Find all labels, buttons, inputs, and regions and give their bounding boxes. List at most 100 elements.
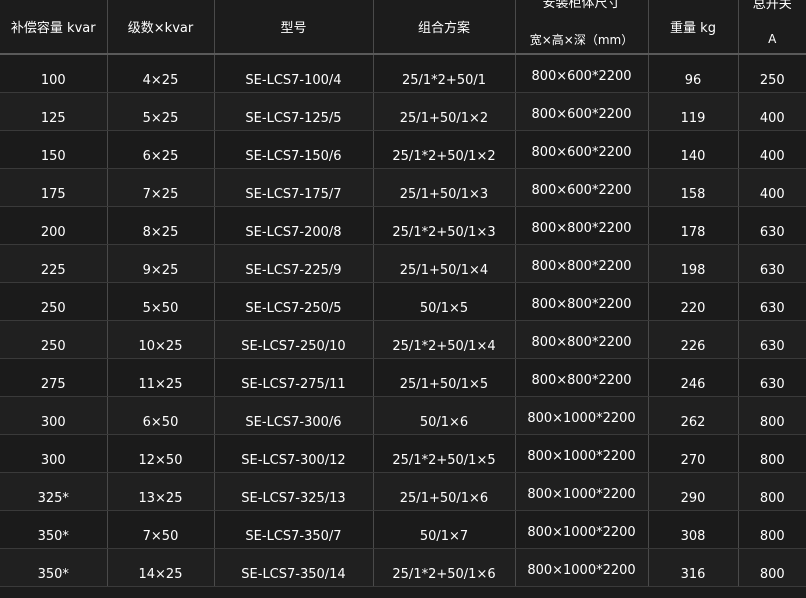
cell-weight: 96 <box>647 53 739 93</box>
cell-capacity: 125 <box>0 92 108 131</box>
cell-model-text: SE-LCS7-200/8 <box>245 225 342 240</box>
cell-main-switch: 630 <box>737 244 806 283</box>
cell-weight-text: 198 <box>680 263 706 278</box>
cell-main-switch-text: 630 <box>759 225 785 240</box>
cell-model: SE-LCS7-275/11 <box>213 358 374 397</box>
cell-weight: 290 <box>647 472 739 511</box>
cell-model: SE-LCS7-300/6 <box>213 396 374 435</box>
cell-capacity: 175 <box>0 168 108 207</box>
cell-dimensions-text: 800×1000*2200 <box>527 563 636 578</box>
cell-capacity: 100 <box>0 53 108 93</box>
cell-main-switch: 800 <box>737 472 806 511</box>
cell-main-switch: 630 <box>737 206 806 245</box>
header-dimensions-units: 宽×高×深（mm） <box>529 32 634 47</box>
cell-steps-text: 7×50 <box>142 529 179 544</box>
cell-weight: 178 <box>647 206 739 245</box>
header-dimensions: 安装柜体尺寸 宽×高×深（mm） <box>514 0 649 55</box>
cell-main-switch-text: 630 <box>759 339 785 354</box>
cell-dimensions: 800×1000*2200 <box>514 548 649 587</box>
cell-main-switch-text: 400 <box>759 149 785 164</box>
cell-steps-text: 6×50 <box>142 415 179 430</box>
cell-capacity-text: 275 <box>40 377 66 392</box>
cell-capacity: 200 <box>0 206 108 245</box>
cell-model-text: SE-LCS7-125/5 <box>245 111 342 126</box>
cell-steps-text: 7×25 <box>142 187 179 202</box>
cell-dimensions: 800×600*2200 <box>514 53 649 93</box>
cell-capacity-text: 225 <box>40 263 66 278</box>
cell-model-text: SE-LCS7-250/5 <box>245 301 342 316</box>
cell-capacity-text: 325* <box>37 491 69 506</box>
cell-capacity-text: 300 <box>40 453 66 468</box>
cell-steps: 5×25 <box>106 92 215 131</box>
cell-model: SE-LCS7-175/7 <box>213 168 374 207</box>
header-main-switch: 总开关 A <box>737 0 806 55</box>
cell-main-switch: 800 <box>737 396 806 435</box>
cell-model-text: SE-LCS7-325/13 <box>241 491 346 506</box>
cell-steps: 14×25 <box>106 548 215 587</box>
cell-dimensions-text: 800×600*2200 <box>531 69 632 84</box>
cell-scheme-text: 25/1+50/1×2 <box>399 111 489 126</box>
table-row: 100 4×25 SE-LCS7-100/4 25/1*2+50/1 800×600*2… <box>0 53 806 93</box>
cell-dimensions: 800×600*2200 <box>514 130 649 169</box>
cell-steps: 6×50 <box>106 396 215 435</box>
cell-weight-text: 220 <box>680 301 706 316</box>
cell-model: SE-LCS7-125/5 <box>213 92 374 131</box>
cell-scheme-text: 25/1+50/1×4 <box>399 263 489 278</box>
spec-table: 补偿容量 kvar 级数×kvar 型号 组合方案 安装柜体尺寸 宽×高×深（m… <box>0 0 806 587</box>
cell-dimensions: 800×800*2200 <box>514 320 649 359</box>
cell-scheme: 25/1+50/1×3 <box>372 168 516 207</box>
spec-table-container: 补偿容量 kvar 级数×kvar 型号 组合方案 安装柜体尺寸 宽×高×深（m… <box>0 0 806 598</box>
cell-main-switch: 630 <box>737 320 806 359</box>
cell-weight: 270 <box>647 434 739 473</box>
cell-weight-text: 308 <box>680 529 706 544</box>
cell-scheme: 25/1+50/1×2 <box>372 92 516 131</box>
cell-main-switch: 800 <box>737 434 806 473</box>
cell-dimensions: 800×800*2200 <box>514 358 649 397</box>
cell-dimensions-text: 800×1000*2200 <box>527 411 636 426</box>
cell-scheme: 25/1*2+50/1 <box>372 53 516 93</box>
cell-weight: 308 <box>647 510 739 549</box>
cell-weight: 220 <box>647 282 739 321</box>
table-row: 175 7×25 SE-LCS7-175/7 25/1+50/1×3 800×600*2… <box>0 168 806 207</box>
cell-main-switch-text: 800 <box>759 529 785 544</box>
cell-dimensions-text: 800×800*2200 <box>531 221 632 236</box>
cell-steps: 7×50 <box>106 510 215 549</box>
cell-scheme: 25/1*2+50/1×2 <box>372 130 516 169</box>
cell-capacity-text: 125 <box>40 111 66 126</box>
cell-model-text: SE-LCS7-350/7 <box>245 529 342 544</box>
cell-scheme-text: 25/1*2+50/1×2 <box>392 149 496 164</box>
cell-steps-text: 5×50 <box>142 301 179 316</box>
cell-dimensions-text: 800×600*2200 <box>531 107 632 122</box>
header-main-switch-title: 总开关 <box>752 0 792 12</box>
cell-weight: 198 <box>647 244 739 283</box>
cell-scheme-text: 50/1×6 <box>419 415 469 430</box>
cell-weight: 246 <box>647 358 739 397</box>
cell-capacity-text: 250 <box>40 339 66 354</box>
cell-main-switch: 400 <box>737 92 806 131</box>
cell-model: SE-LCS7-250/5 <box>213 282 374 321</box>
cell-scheme-text: 25/1*2+50/1×3 <box>392 225 496 240</box>
cell-steps-text: 10×25 <box>138 339 183 354</box>
cell-weight: 119 <box>647 92 739 131</box>
table-body: 100 4×25 SE-LCS7-100/4 25/1*2+50/1 800×600*2… <box>0 53 806 587</box>
cell-steps-text: 14×25 <box>138 567 183 582</box>
cell-scheme-text: 25/1+50/1×3 <box>399 187 489 202</box>
cell-model-text: SE-LCS7-350/14 <box>241 567 346 582</box>
cell-model: SE-LCS7-350/7 <box>213 510 374 549</box>
cell-dimensions: 800×1000*2200 <box>514 472 649 511</box>
cell-capacity: 325* <box>0 472 108 511</box>
cell-steps-text: 5×25 <box>142 111 179 126</box>
cell-steps: 7×25 <box>106 168 215 207</box>
header-row: 补偿容量 kvar 级数×kvar 型号 组合方案 安装柜体尺寸 宽×高×深（m… <box>0 0 806 55</box>
cell-model-text: SE-LCS7-100/4 <box>245 73 342 88</box>
cell-scheme: 25/1+50/1×6 <box>372 472 516 511</box>
cell-scheme: 50/1×6 <box>372 396 516 435</box>
header-main-switch-unit: A <box>768 32 777 46</box>
cell-dimensions-text: 800×1000*2200 <box>527 487 636 502</box>
cell-steps: 6×25 <box>106 130 215 169</box>
cell-dimensions-text: 800×600*2200 <box>531 183 632 198</box>
cell-capacity-text: 200 <box>40 225 66 240</box>
cell-weight-text: 119 <box>680 111 706 126</box>
cell-model-text: SE-LCS7-150/6 <box>245 149 342 164</box>
table-row: 250 10×25 SE-LCS7-250/10 25/1*2+50/1×4 800×8… <box>0 320 806 359</box>
